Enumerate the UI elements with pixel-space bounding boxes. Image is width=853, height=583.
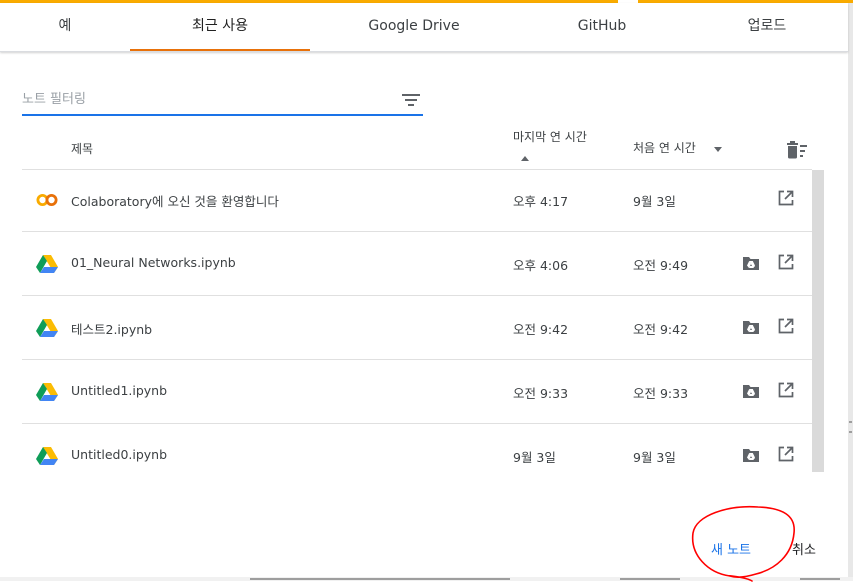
background-edge xyxy=(848,3,853,581)
first-opened-time: 오전 9:49 xyxy=(633,258,689,273)
open-in-new-tab-icon[interactable] xyxy=(778,446,794,462)
last-opened-time: 9월 3일 xyxy=(513,450,556,465)
delete-sweep-icon[interactable] xyxy=(787,141,807,159)
last-opened-time: 오전 9:33 xyxy=(513,386,569,401)
google-drive-icon xyxy=(36,319,58,337)
column-header-title[interactable]: 제목 xyxy=(71,140,93,157)
colab-icon xyxy=(36,194,58,206)
drive-folder-icon[interactable] xyxy=(743,448,759,462)
drive-folder-icon[interactable] xyxy=(743,320,759,334)
table-row[interactable]: Untitled0.ipynb 9월 3일 9월 3일 xyxy=(22,423,812,487)
table-row[interactable]: Colaboratory에 오신 것을 환영합니다 오후 4:17 9월 3일 xyxy=(22,167,812,232)
notebook-name[interactable]: Colaboratory에 오신 것을 환영합니다 xyxy=(71,191,279,210)
last-opened-time: 오후 4:06 xyxy=(513,258,569,273)
sort-ascending-icon[interactable] xyxy=(520,155,530,163)
google-drive-icon xyxy=(36,447,58,465)
google-drive-icon xyxy=(36,383,58,401)
new-notebook-button[interactable]: 새 노트 xyxy=(711,539,751,558)
tab-examples[interactable]: 예 xyxy=(0,3,130,51)
notebook-filter xyxy=(22,87,423,116)
open-in-new-tab-icon[interactable] xyxy=(778,318,794,334)
sort-descending-icon[interactable] xyxy=(713,147,723,153)
tab-upload[interactable]: 업로드 xyxy=(686,3,848,51)
column-header-last-opened[interactable]: 마지막 연 시간 xyxy=(513,128,587,145)
google-drive-icon xyxy=(36,255,58,273)
notebook-name[interactable]: Untitled0.ipynb xyxy=(71,447,167,462)
open-in-new-tab-icon[interactable] xyxy=(778,254,794,270)
last-opened-time: 오후 4:17 xyxy=(513,194,569,209)
first-opened-time: 9월 3일 xyxy=(633,450,676,465)
notebook-name[interactable]: 01_Neural Networks.ipynb xyxy=(71,255,236,270)
open-in-new-tab-icon[interactable] xyxy=(778,190,794,206)
scrollbar[interactable] xyxy=(812,170,824,472)
tab-google-drive[interactable]: Google Drive xyxy=(310,3,518,51)
first-opened-time: 오전 9:33 xyxy=(633,386,689,401)
open-in-new-tab-icon[interactable] xyxy=(778,382,794,398)
background-strip xyxy=(0,577,853,581)
first-opened-time: 9월 3일 xyxy=(633,194,676,209)
tab-github[interactable]: GitHub xyxy=(518,3,686,51)
cancel-button[interactable]: 취소 xyxy=(792,539,816,558)
drive-folder-icon[interactable] xyxy=(743,384,759,398)
active-tab-indicator xyxy=(130,49,310,51)
first-opened-time: 오전 9:42 xyxy=(633,322,689,337)
drive-folder-icon[interactable] xyxy=(743,256,759,270)
column-header-first-opened[interactable]: 처음 연 시간 xyxy=(633,139,696,156)
table-row[interactable]: 테스트2.ipynb 오전 9:42 오전 9:42 xyxy=(22,295,812,360)
filter-input[interactable] xyxy=(22,87,382,111)
tab-recent[interactable]: 최근 사용 xyxy=(130,3,310,51)
table-row[interactable]: Untitled1.ipynb 오전 9:33 오전 9:33 xyxy=(22,359,812,424)
table-row[interactable]: 01_Neural Networks.ipynb 오후 4:06 오전 9:49 xyxy=(22,231,812,296)
notebook-name[interactable]: Untitled1.ipynb xyxy=(71,383,167,398)
tab-bar: 예 최근 사용 Google Drive GitHub 업로드 xyxy=(0,3,848,52)
last-opened-time: 오전 9:42 xyxy=(513,322,569,337)
notebook-name[interactable]: 테스트2.ipynb xyxy=(71,319,152,338)
open-notebook-dialog: 예 최근 사용 Google Drive GitHub 업로드 제목 마지막 연… xyxy=(0,3,848,582)
filter-list-icon[interactable] xyxy=(402,93,420,107)
